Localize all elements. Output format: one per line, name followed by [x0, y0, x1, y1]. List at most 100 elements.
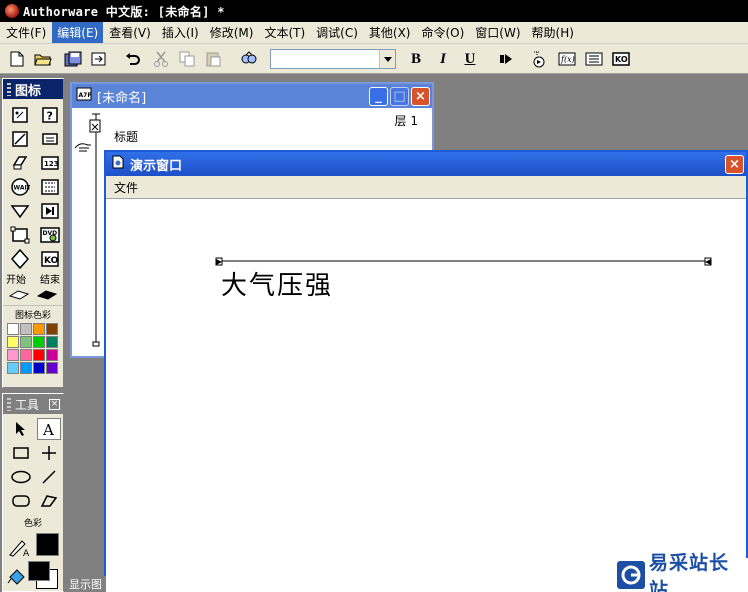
stage-text-object[interactable]: 大气压强 [221, 265, 333, 302]
color-swatch[interactable] [7, 362, 19, 374]
knowledge-objects-icon[interactable]: KO [610, 49, 632, 69]
underline-button[interactable]: U [459, 49, 481, 69]
undo-icon[interactable] [122, 49, 144, 69]
flowline-icon-label[interactable]: 标题 [114, 128, 138, 145]
wait-icon[interactable]: WAIT [8, 177, 32, 197]
presentation-window-menu-bar: 文件 [106, 176, 746, 199]
functions-icon[interactable]: f(x) [556, 49, 578, 69]
copy-icon[interactable] [176, 49, 198, 69]
map-icon[interactable] [8, 225, 32, 245]
rectangle-tool-icon[interactable] [9, 442, 33, 464]
interaction-icon[interactable] [8, 153, 32, 173]
close-icon[interactable]: × [49, 398, 60, 410]
new-file-icon[interactable] [6, 49, 28, 69]
icon-palette-title-bar[interactable]: 图标 [3, 79, 63, 99]
paste-icon[interactable] [202, 49, 224, 69]
close-icon[interactable]: × [725, 154, 744, 174]
import-icon[interactable] [88, 49, 110, 69]
color-swatch[interactable] [46, 362, 58, 374]
menu-item[interactable]: 插入(I) [157, 22, 204, 43]
color-swatch[interactable] [20, 362, 32, 374]
crosshair-tool-icon[interactable] [37, 442, 61, 464]
decision-icon[interactable] [8, 201, 32, 221]
sound-icon[interactable] [8, 249, 32, 269]
italic-button[interactable]: I [432, 49, 454, 69]
menu-item[interactable]: 帮助(H) [527, 22, 579, 43]
grip-icon[interactable] [7, 82, 11, 96]
digital-movie-icon[interactable]: DVD [38, 225, 62, 245]
color-swatch[interactable] [46, 336, 58, 348]
grip-icon[interactable] [7, 397, 11, 411]
flowline-window-title-bar[interactable]: A7P [未命名] _ □ × [72, 84, 432, 108]
menu-item[interactable]: 窗口(W) [470, 22, 525, 43]
color-swatch[interactable] [20, 323, 32, 335]
bold-button[interactable]: B [405, 49, 427, 69]
close-icon[interactable]: × [411, 86, 430, 106]
icon-color-swatches [3, 321, 63, 374]
color-swatch[interactable] [46, 349, 58, 361]
svg-text:KO: KO [44, 256, 59, 266]
menu-item[interactable]: 文件(F) [1, 22, 51, 43]
display-icon[interactable] [8, 105, 32, 125]
end-flag-icon[interactable] [36, 288, 58, 303]
start-flag-icon[interactable] [8, 288, 30, 303]
color-swatch[interactable] [33, 323, 45, 335]
paste-hand-icon[interactable] [73, 140, 93, 157]
menu-item[interactable]: 编辑(E) [52, 22, 104, 43]
ellipse-tool-icon[interactable] [9, 466, 33, 488]
tools-color-label: 色彩 [23, 519, 42, 529]
end-flag-label: 结束 [40, 275, 60, 286]
open-file-icon[interactable] [32, 49, 54, 69]
minimized-window-tab[interactable]: 显示图 [66, 576, 106, 592]
menu-item[interactable]: 命令(O) [416, 22, 469, 43]
rounded-rectangle-tool-icon[interactable] [9, 490, 33, 512]
color-swatch[interactable] [20, 349, 32, 361]
tools-palette-title-bar[interactable]: 工具 × [3, 394, 63, 414]
chevron-down-icon[interactable] [379, 50, 395, 68]
line-tool-icon[interactable] [37, 466, 61, 488]
minimize-icon[interactable]: _ [369, 86, 388, 106]
presentation-window-title: 演示窗口 [130, 158, 183, 174]
find-icon[interactable] [238, 49, 260, 69]
pointer-tool-icon[interactable] [9, 418, 33, 440]
color-swatch[interactable] [7, 336, 19, 348]
presentation-window-title-bar[interactable]: 演示窗口 × [106, 152, 746, 176]
restart-icon[interactable] [495, 49, 517, 69]
text-object-margin-ruler[interactable] [106, 199, 746, 592]
menu-item[interactable]: 调试(C) [311, 22, 363, 43]
variables-icon[interactable] [583, 49, 605, 69]
motion-icon[interactable]: ? [38, 105, 62, 125]
text-tool-icon[interactable]: A [37, 418, 61, 440]
color-swatch[interactable] [46, 323, 58, 335]
menu-item[interactable]: 文本(T) [259, 22, 310, 43]
color-swatch[interactable] [33, 362, 45, 374]
color-swatch[interactable] [7, 349, 19, 361]
fill-color-icon[interactable] [6, 567, 28, 590]
knowledge-object-icon[interactable]: KO [38, 249, 62, 269]
maximize-icon[interactable]: □ [390, 86, 409, 106]
font-select[interactable] [270, 49, 396, 69]
line-color-swatch[interactable] [36, 533, 59, 556]
presentation-stage[interactable]: 大气压强 [106, 199, 746, 592]
foreground-color-swatch[interactable] [28, 561, 50, 581]
navigate-icon[interactable] [38, 177, 62, 197]
menu-item[interactable]: 修改(M) [205, 22, 259, 43]
presentation-menu-file[interactable]: 文件 [114, 179, 138, 196]
polygon-tool-icon[interactable] [37, 490, 61, 512]
save-all-icon[interactable] [62, 49, 84, 69]
svg-text:A: A [42, 421, 54, 437]
line-color-icon[interactable]: A [8, 537, 32, 560]
decision-list-icon[interactable] [38, 129, 62, 149]
color-swatch[interactable] [20, 336, 32, 348]
menu-item[interactable]: 其他(X) [364, 22, 416, 43]
erase-icon[interactable] [8, 129, 32, 149]
color-swatch[interactable] [7, 323, 19, 335]
framework-icon[interactable] [38, 201, 62, 221]
color-swatch[interactable] [33, 336, 45, 348]
calculation-icon[interactable]: 123 [38, 153, 62, 173]
cut-icon[interactable] [150, 49, 172, 69]
color-swatch[interactable] [33, 349, 45, 361]
authorware-logo-icon [5, 4, 19, 18]
menu-item[interactable]: 查看(V) [104, 22, 156, 43]
control-panel-icon[interactable] [527, 49, 549, 69]
